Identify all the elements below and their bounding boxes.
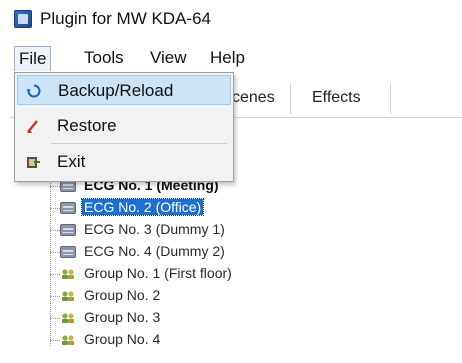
tab-divider — [290, 84, 291, 114]
tab-effects[interactable]: Effects — [302, 84, 371, 112]
ecg-icon — [60, 202, 76, 214]
tree-connector — [50, 230, 60, 231]
tree-connector — [50, 340, 60, 341]
tree-item-label: Group No. 4 — [84, 331, 161, 347]
menu-separator — [51, 143, 227, 144]
tree-item-label: Group No. 3 — [84, 309, 161, 325]
menu-item-backup-reload[interactable]: Backup/Reload — [17, 75, 231, 105]
app-icon — [14, 10, 32, 28]
tree-connector — [50, 318, 60, 319]
tree-connector — [50, 252, 60, 253]
menu-tools[interactable]: Tools — [80, 46, 128, 70]
restore-icon — [27, 120, 38, 133]
menu-item-label: Exit — [57, 152, 86, 171]
menu-item-label: Restore — [57, 116, 117, 135]
menu-bar: File Tools View Help — [0, 40, 462, 74]
window-title: Plugin for MW KDA-64 — [40, 9, 211, 28]
title-bar: Plugin for MW KDA-64 — [0, 0, 462, 38]
exit-icon — [27, 157, 40, 168]
group-icon — [62, 269, 74, 279]
group-icon — [62, 291, 74, 301]
tab-divider — [390, 84, 391, 114]
tree-item-label: Group No. 1 (First floor) — [84, 265, 232, 281]
refresh-icon — [26, 84, 41, 98]
tree-item-label: ECG No. 2 (Office) — [80, 198, 205, 216]
tree-item-label: ECG No. 4 (Dummy 2) — [84, 243, 225, 259]
tree-connector — [50, 274, 60, 275]
menu-view[interactable]: View — [146, 46, 191, 70]
ecg-icon — [60, 224, 76, 236]
tree-connector — [50, 186, 60, 187]
tree-item-label: ECG No. 3 (Dummy 1) — [84, 221, 225, 237]
tree-item-label: Group No. 2 — [84, 287, 161, 303]
menu-item-label: Backup/Reload — [58, 81, 174, 100]
menu-help[interactable]: Help — [206, 46, 249, 70]
tree-connector — [50, 176, 51, 346]
ecg-icon — [60, 246, 76, 258]
group-icon — [62, 335, 74, 345]
menu-file[interactable]: File — [14, 46, 52, 71]
file-menu-dropdown: Backup/Reload Restore Exit — [14, 72, 234, 182]
tree-connector — [50, 208, 60, 209]
group-icon — [62, 313, 74, 323]
tree-connector — [50, 296, 60, 297]
menu-item-exit[interactable]: Exit — [17, 147, 231, 177]
menu-item-restore[interactable]: Restore — [17, 111, 231, 141]
